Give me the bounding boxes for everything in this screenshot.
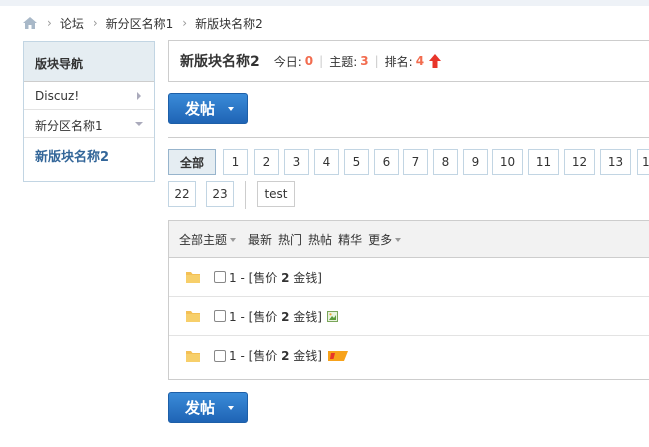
caret-down-icon: [228, 106, 235, 111]
tab-digest[interactable]: 精华: [338, 231, 362, 248]
filter-page[interactable]: 7: [403, 149, 428, 175]
stat-divider: |: [319, 54, 324, 68]
filter-page[interactable]: 22: [168, 181, 196, 207]
filter-page[interactable]: 1: [223, 149, 248, 175]
breadcrumb-separator: ›: [47, 16, 52, 30]
main-content: 新版块名称2 今日: 0 | 主题: 3 | 排名: 4 发帖 全部 1 2 3…: [168, 40, 649, 440]
sidebar-title: 版块导航: [24, 42, 154, 82]
sidebar-item-label: Discuz!: [35, 89, 80, 103]
breadcrumb-separator: ›: [92, 16, 98, 30]
sidebar-item-label: 新分区名称1: [35, 119, 103, 133]
folder-icon: [186, 350, 200, 362]
breadcrumb-board[interactable]: 新版块名称2: [195, 15, 263, 32]
rank-value: 4: [415, 54, 425, 68]
tab-hot-posts[interactable]: 热帖: [308, 231, 332, 248]
filter-page[interactable]: 1: [637, 149, 649, 175]
tab-latest[interactable]: 最新: [248, 231, 272, 248]
thread-checkbox[interactable]: [214, 349, 226, 362]
today-count: 0: [304, 54, 314, 68]
chevron-down-icon: [230, 238, 237, 242]
new-post-label: 发帖: [185, 100, 216, 118]
filter-page[interactable]: 12: [564, 149, 595, 175]
tab-all-topics[interactable]: 全部主题: [179, 231, 237, 248]
forum-nav-sidebar: 版块导航 Discuz! 新分区名称1 新版块名称2: [23, 41, 155, 182]
chevron-down-icon: [395, 238, 402, 242]
sidebar-item-category[interactable]: 新分区名称1: [24, 110, 154, 138]
thread-title-prefix: 1 - [售价: [229, 270, 282, 285]
hot-thread-icon: [327, 350, 348, 361]
table-row[interactable]: 1 - [售价 2 金钱]: [169, 297, 649, 336]
new-post-label: 发帖: [185, 399, 216, 417]
tab-more[interactable]: 更多: [368, 231, 402, 248]
topics-count: 3: [360, 54, 369, 68]
sidebar-item-discuz[interactable]: Discuz!: [24, 82, 154, 110]
image-attachment-icon: [326, 310, 338, 322]
caret-down-icon: [228, 405, 235, 410]
top-strip: [0, 0, 649, 6]
thread-list: 全部主题 最新 热门 热帖 精华 更多 1 - [售价 2 金钱] 1 - [售…: [168, 220, 649, 380]
thread-checkbox[interactable]: [214, 310, 226, 322]
today-label: 今日:: [273, 54, 302, 69]
thread-title-suffix: 金钱]: [289, 309, 322, 324]
filter-page[interactable]: 5: [344, 149, 369, 175]
thread-title-suffix: 金钱]: [289, 349, 322, 363]
filter-all[interactable]: 全部: [168, 149, 216, 175]
tab-label: 全部主题: [179, 232, 228, 247]
tab-label: 更多: [368, 232, 393, 247]
filter-divider: [245, 181, 246, 209]
thread-title[interactable]: 1 - [售价 2 金钱]: [229, 269, 322, 286]
tab-hot[interactable]: 热门: [278, 231, 302, 248]
thread-title-prefix: 1 - [售价: [229, 349, 282, 363]
filter-page[interactable]: 4: [314, 149, 339, 175]
breadcrumb-forum[interactable]: 论坛: [60, 15, 84, 32]
breadcrumb-separator: ›: [182, 16, 188, 30]
filter-page[interactable]: 6: [374, 149, 399, 175]
forum-header: 新版块名称2 今日: 0 | 主题: 3 | 排名: 4: [168, 40, 649, 82]
breadcrumb: › 论坛 › 新分区名称1 › 新版块名称2: [22, 13, 263, 33]
stat-divider: |: [374, 54, 379, 68]
breadcrumb-category[interactable]: 新分区名称1: [106, 15, 174, 32]
folder-icon: [186, 311, 200, 322]
filter-page[interactable]: 3: [284, 149, 309, 175]
thread-checkbox[interactable]: [214, 271, 226, 283]
topics-label: 主题:: [329, 54, 358, 69]
thread-title[interactable]: 1 - [售价 2 金钱]: [229, 308, 322, 325]
filter-page[interactable]: 23: [206, 181, 234, 207]
thread-title[interactable]: 1 - [售价 2 金钱]: [229, 347, 322, 364]
filter-page[interactable]: 11: [528, 149, 559, 175]
home-icon[interactable]: [22, 16, 38, 30]
rank-label: 排名:: [384, 54, 413, 69]
filter-page[interactable]: 13: [600, 149, 631, 175]
forum-title: 新版块名称2: [180, 54, 260, 70]
chevron-down-icon: [135, 122, 143, 126]
table-row[interactable]: 1 - [售价 2 金钱]: [169, 258, 649, 297]
thread-tabs: 全部主题 最新 热门 热帖 精华 更多: [169, 221, 649, 258]
new-post-button-bottom[interactable]: 发帖: [168, 392, 248, 423]
filter-page[interactable]: 2: [254, 149, 279, 175]
thread-title-prefix: 1 - [售价: [229, 309, 282, 324]
new-post-button[interactable]: 发帖: [168, 93, 248, 124]
sidebar-item-label: 新版块名称2: [35, 150, 110, 165]
filter-page[interactable]: 9: [463, 149, 488, 175]
rank-up-arrow-icon: [429, 54, 442, 68]
sidebar-item-current-board[interactable]: 新版块名称2: [24, 138, 154, 178]
folder-icon: [186, 272, 200, 283]
filter-page[interactable]: 10: [492, 149, 523, 175]
chevron-right-icon: [137, 92, 141, 100]
thread-title-suffix: 金钱]: [289, 270, 322, 285]
filter-tag-test[interactable]: test: [257, 181, 295, 207]
filter-page[interactable]: 8: [433, 149, 458, 175]
table-row[interactable]: 1 - [售价 2 金钱]: [169, 336, 649, 375]
